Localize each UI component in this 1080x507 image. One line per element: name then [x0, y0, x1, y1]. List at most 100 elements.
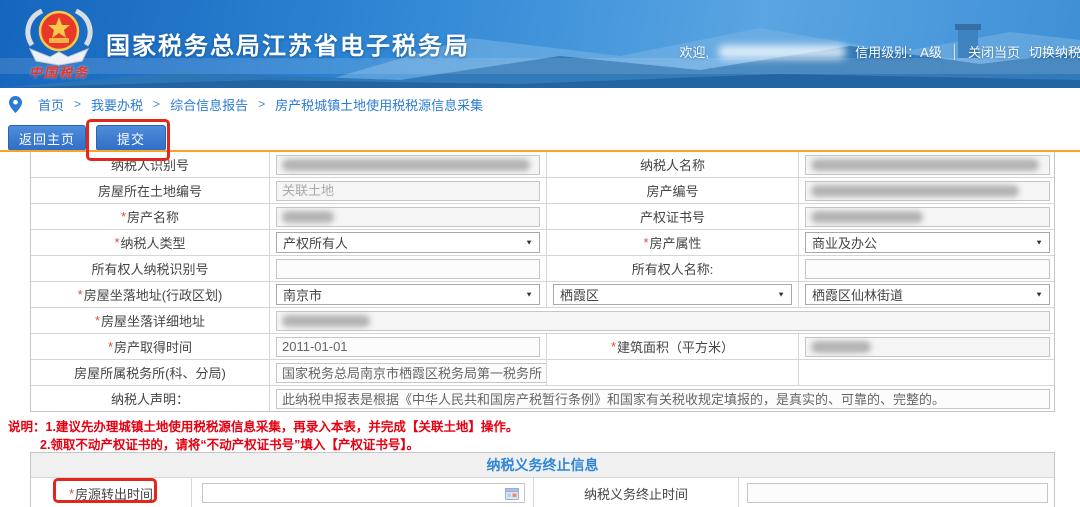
taxpayer-type-label: *纳税人类型: [31, 230, 269, 255]
required-mark: *: [69, 486, 74, 501]
taxpayer-name-label: 纳税人名称: [546, 152, 798, 177]
breadcrumb-current-page[interactable]: 房产税城镇土地使用税税源信息采集: [275, 95, 483, 114]
declaration-field[interactable]: 此纳税申报表是根据《中华人民共和国房产税暂行条例》和国家有关税收规定填报的，是真…: [276, 389, 1050, 409]
chevron-down-icon: ▼: [777, 291, 785, 299]
table-row-taxpayer-type: *纳税人类型 产权所有人 ▼ *房产属性 商业及办公 ▼: [31, 229, 1054, 255]
required-mark: *: [643, 235, 648, 250]
land-number-label: 房屋所在土地编号: [31, 178, 269, 203]
breadcrumb-home[interactable]: 首页: [38, 95, 64, 114]
redacted-value: [811, 159, 1039, 171]
address-street-value: 栖霞区仙林街道: [812, 285, 903, 304]
end-time-field[interactable]: [747, 483, 1048, 503]
property-number-label: 房产编号: [546, 178, 798, 203]
chevron-down-icon: ▼: [1035, 239, 1043, 247]
redacted-value: [282, 211, 334, 223]
termination-info-table: 纳税义务终止信息 *房源转出时间 纳税义务终止时间: [30, 452, 1055, 507]
tax-office-field[interactable]: 国家税务总局南京市栖霞区税务局第一税务所: [276, 363, 546, 383]
divider: │: [951, 44, 959, 59]
switch-taxpayer-link[interactable]: 切换纳税人: [1029, 42, 1080, 61]
table-row-property-name: *房产名称 产权证书号: [31, 203, 1054, 229]
instruction-note-2: 2.领取不动产权证书的，请将“不动产权证书号”填入【产权证书号】。: [40, 434, 419, 453]
property-name-field[interactable]: [276, 207, 540, 227]
welcome-text: 欢迎,: [680, 42, 710, 61]
submit-button[interactable]: 提交: [96, 125, 166, 151]
certificate-number-field[interactable]: [805, 207, 1050, 227]
table-row-tax-office: 房屋所属税务所(科、分局) 国家税务总局南京市栖霞区税务局第一税务所: [31, 359, 1054, 385]
redacted-value: [811, 185, 1019, 197]
calendar-icon[interactable]: [505, 487, 519, 500]
termination-section-title: 纳税义务终止信息: [31, 453, 1054, 478]
site-header: 中国税务 国家税务总局江苏省电子税务局 欢迎, 信用级别：A级 │ 关闭当页 切…: [0, 0, 1080, 88]
required-mark: *: [114, 235, 119, 250]
property-attribute-value: 商业及办公: [812, 233, 877, 252]
national-emblem-icon: [16, 5, 102, 67]
land-number-field[interactable]: [276, 181, 540, 201]
close-page-link[interactable]: 关闭当页: [968, 42, 1020, 61]
table-row-acquisition: *房产取得时间 2011-01-01 *建筑面积（平方米）: [31, 333, 1054, 359]
acquisition-time-label: *房产取得时间: [31, 334, 269, 359]
taxpayer-name-field[interactable]: [805, 155, 1050, 175]
address-city-select[interactable]: 南京市 ▼: [276, 284, 540, 305]
table-row-land-number: 房屋所在土地编号 房产编号: [31, 177, 1054, 203]
breadcrumb-my-tax[interactable]: 我要办税: [91, 95, 143, 114]
declaration-label: 纳税人声明：: [31, 386, 269, 411]
address-detail-label: *房屋坐落详细地址: [31, 308, 269, 333]
table-row-address-region: *房屋坐落地址(行政区划) 南京市 ▼ 栖霞区▼ 栖霞区仙林街道 ▼: [31, 281, 1054, 307]
address-detail-field[interactable]: [276, 311, 1050, 331]
table-row-termination: *房源转出时间 纳税义务终止时间: [31, 478, 1054, 507]
required-mark: *: [611, 339, 616, 354]
taxpayer-id-label: 纳税人识别号: [31, 152, 269, 177]
acquisition-time-field[interactable]: 2011-01-01: [276, 337, 540, 357]
site-title: 国家税务总局江苏省电子税务局: [106, 26, 470, 61]
certificate-number-label: 产权证书号: [546, 204, 798, 229]
instruction-note-1: 说明：1.建议先办理城镇土地使用税税源信息采集，再录入本表，并完成【关联土地】操…: [8, 416, 518, 435]
owner-taxid-field[interactable]: [276, 259, 540, 279]
breadcrumb-separator: >: [258, 97, 265, 111]
table-row-taxpayer-id: 纳税人识别号 纳税人名称: [31, 152, 1054, 177]
required-mark: *: [108, 339, 113, 354]
chevron-down-icon: ▼: [525, 239, 533, 247]
redacted-value: [811, 341, 871, 353]
breadcrumb-info-report[interactable]: 综合信息报告: [170, 95, 248, 114]
action-toolbar: 返回主页 提交: [0, 122, 1080, 150]
tax-office-label: 房屋所属税务所(科、分局): [31, 360, 269, 385]
taxpayer-type-select[interactable]: 产权所有人 ▼: [276, 232, 540, 253]
location-pin-icon: [9, 96, 22, 113]
property-attribute-label: *房产属性: [546, 230, 798, 255]
chevron-down-icon: ▼: [525, 291, 533, 299]
breadcrumb: 首页 > 我要办税 > 综合信息报告 > 房产税城镇土地使用税税源信息采集: [0, 88, 1080, 120]
property-attribute-select[interactable]: 商业及办公 ▼: [805, 232, 1050, 253]
floor-area-field[interactable]: [805, 337, 1050, 357]
property-number-field[interactable]: [805, 181, 1050, 201]
taxpayer-type-value: 产权所有人: [283, 233, 348, 252]
address-region-label: *房屋坐落地址(行政区划): [31, 282, 269, 307]
chevron-down-icon: ▼: [1035, 291, 1043, 299]
empty-cell: [798, 360, 1056, 385]
owner-taxid-label: 所有权人纳税识别号: [31, 256, 269, 281]
breadcrumb-separator: >: [153, 97, 160, 111]
owner-name-field[interactable]: [805, 259, 1050, 279]
property-name-label: *房产名称: [31, 204, 269, 229]
required-mark: *: [121, 209, 126, 224]
property-tax-form-table: 纳税人识别号 纳税人名称 房屋所在土地编号 房产编号 *房产名称 产权证书号 *…: [30, 152, 1055, 412]
redacted-taxpayer-name: [718, 45, 846, 59]
end-time-label: 纳税义务终止时间: [533, 478, 738, 507]
redacted-value: [282, 159, 530, 171]
header-user-bar: 欢迎, 信用级别：A级 │ 关闭当页 切换纳税人: [680, 42, 1080, 61]
address-district-select[interactable]: 栖霞区▼: [553, 284, 792, 305]
page-root: 中国税务 国家税务总局江苏省电子税务局 欢迎, 信用级别：A级 │ 关闭当页 切…: [0, 0, 1080, 507]
back-home-button[interactable]: 返回主页: [8, 125, 86, 151]
table-row-declaration: 纳税人声明： 此纳税申报表是根据《中华人民共和国房产税暂行条例》和国家有关税收规…: [31, 385, 1054, 411]
address-street-select[interactable]: 栖霞区仙林街道 ▼: [805, 284, 1050, 305]
table-row-address-detail: *房屋坐落详细地址: [31, 307, 1054, 333]
breadcrumb-separator: >: [74, 97, 81, 111]
floor-area-label: *建筑面积（平方米）: [546, 334, 798, 359]
logo-caption: 中国税务: [16, 62, 102, 81]
transfer-out-time-field[interactable]: [202, 483, 525, 503]
owner-name-label: 所有权人名称:: [546, 256, 798, 281]
empty-cell: [546, 360, 798, 385]
address-city-value: 南京市: [283, 285, 322, 304]
transfer-out-time-label: *房源转出时间: [31, 478, 191, 507]
taxpayer-id-field[interactable]: [276, 155, 540, 175]
tax-bureau-logo: 中国税务: [16, 5, 102, 85]
